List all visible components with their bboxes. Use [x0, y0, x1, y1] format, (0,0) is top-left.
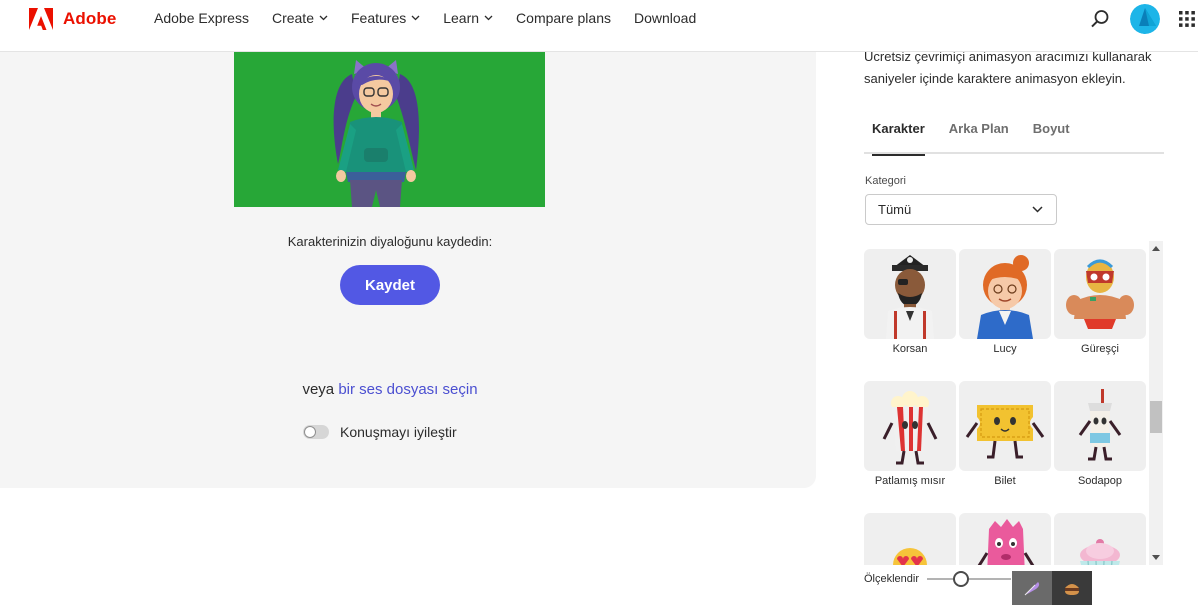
scroll-down-arrow-icon[interactable]	[1152, 555, 1160, 560]
tab-boyut[interactable]: Boyut	[1033, 118, 1070, 154]
scale-control: Ölçeklendir	[864, 571, 1012, 587]
category-value: Tümü	[878, 202, 912, 217]
character-label: Bilet	[994, 475, 1016, 487]
scrollbar-thumb[interactable]	[1150, 401, 1162, 433]
character-thumbnail	[959, 249, 1051, 339]
panel-description: Ücretsiz çevrimiçi animasyon aracımızı k…	[864, 49, 1152, 86]
feather-icon	[1024, 582, 1040, 596]
character-thumbnail	[864, 249, 956, 339]
character-thumbnail	[1054, 381, 1146, 471]
alt-prefix: veya	[302, 381, 335, 398]
adobe-logo[interactable]: Adobe	[29, 8, 116, 30]
character-card-lucy[interactable]: Lucy	[959, 249, 1051, 355]
nav-label: Learn	[443, 10, 480, 26]
character-thumbnail	[864, 513, 956, 565]
scroll-up-arrow-icon[interactable]	[1152, 246, 1160, 251]
nav-item-learn[interactable]: Learn	[443, 10, 493, 26]
nav-item-features[interactable]: Features	[351, 10, 420, 26]
character-label: Patlamış mısır	[874, 475, 946, 487]
record-button[interactable]: Kaydet	[340, 265, 440, 305]
record-prompt: Karakterinizin diyaloğunu kaydedin:	[287, 234, 493, 249]
character-label: Sodapop	[1077, 475, 1123, 487]
chevron-down-icon	[484, 15, 493, 21]
chevron-down-icon	[319, 15, 328, 21]
scale-slider[interactable]	[927, 571, 1012, 587]
nav-label: Adobe Express	[154, 10, 249, 26]
character-grid-scrollbar[interactable]	[1149, 241, 1163, 565]
category-label: Kategori	[865, 175, 906, 187]
character-preview-image	[333, 60, 419, 207]
character-card-pink-monster[interactable]	[959, 513, 1051, 565]
scale-label: Ölçeklendir	[864, 573, 920, 585]
panel-tabs: Karakter Arka Plan Boyut	[864, 118, 1164, 156]
floating-toolbar	[1012, 571, 1092, 605]
adobe-logo-icon	[29, 8, 53, 30]
burger-icon	[1065, 584, 1079, 595]
character-card-cupcake[interactable]	[1054, 513, 1146, 565]
character-card-popcorn[interactable]: Patlamış mısır	[864, 381, 956, 487]
choose-audio-file-link[interactable]: bir ses dosyası seçin	[338, 381, 477, 398]
search-icon[interactable]	[1090, 9, 1110, 29]
nav-menu: Adobe Express Create Features Learn Comp…	[154, 10, 719, 26]
animation-preview	[234, 52, 545, 207]
character-card-heart-eyes-emoji[interactable]	[864, 513, 956, 565]
avatar[interactable]	[1130, 4, 1160, 34]
enhance-speech-label: Konuşmayı iyileştir	[340, 424, 457, 440]
chevron-down-icon	[411, 15, 420, 21]
character-card-korsan[interactable]: Korsan	[864, 249, 956, 355]
tab-arka-plan[interactable]: Arka Plan	[949, 118, 1009, 154]
character-thumbnail	[1054, 249, 1146, 339]
nav-label: Features	[350, 10, 407, 26]
enhance-speech-toggle[interactable]	[303, 425, 329, 439]
chevron-down-icon	[1032, 206, 1043, 213]
character-card-guresci[interactable]: Güreşçi	[1054, 249, 1146, 355]
nav-item-compare-plans[interactable]: Compare plans	[516, 10, 611, 26]
nav-item-create[interactable]: Create	[272, 10, 328, 26]
nav-label: Download	[633, 10, 697, 26]
character-thumbnail	[959, 381, 1051, 471]
feather-tool-button[interactable]	[1012, 571, 1052, 605]
audio-file-row: veya bir ses dosyası seçin	[0, 381, 780, 398]
character-thumbnail	[1054, 513, 1146, 565]
nav-label: Create	[271, 10, 314, 26]
avatar-icon	[1130, 4, 1160, 34]
character-label: Güreşçi	[1081, 343, 1119, 355]
character-card-ticket[interactable]: Bilet	[959, 381, 1051, 487]
brush-tool-button[interactable]	[1052, 571, 1092, 605]
enhance-speech-row: Konuşmayı iyileştir	[303, 424, 457, 440]
character-label: Lucy	[993, 343, 1017, 355]
character-grid: Korsan Lucy Güreşçi Patlamış mısır Bilet…	[864, 241, 1149, 565]
scale-slider-knob[interactable]	[952, 571, 969, 587]
character-thumbnail	[864, 381, 956, 471]
category-select[interactable]: Tümü	[865, 194, 1057, 225]
brand-name: Adobe	[63, 9, 117, 28]
nav-item-download[interactable]: Download	[634, 10, 696, 26]
tab-karakter[interactable]: Karakter	[872, 118, 925, 156]
top-navigation: Adobe Adobe Express Create Features Lear…	[0, 0, 1198, 52]
character-label: Korsan	[892, 343, 928, 355]
nav-item-adobe-express[interactable]: Adobe Express	[154, 10, 249, 26]
nav-label: Compare plans	[516, 10, 611, 26]
character-thumbnail	[959, 513, 1051, 565]
character-card-sodapop[interactable]: Sodapop	[1054, 381, 1146, 487]
editor-panel: Karakterinizin diyaloğunu kaydedin: Kayd…	[0, 52, 816, 488]
apps-grid-icon[interactable]	[1178, 10, 1196, 28]
